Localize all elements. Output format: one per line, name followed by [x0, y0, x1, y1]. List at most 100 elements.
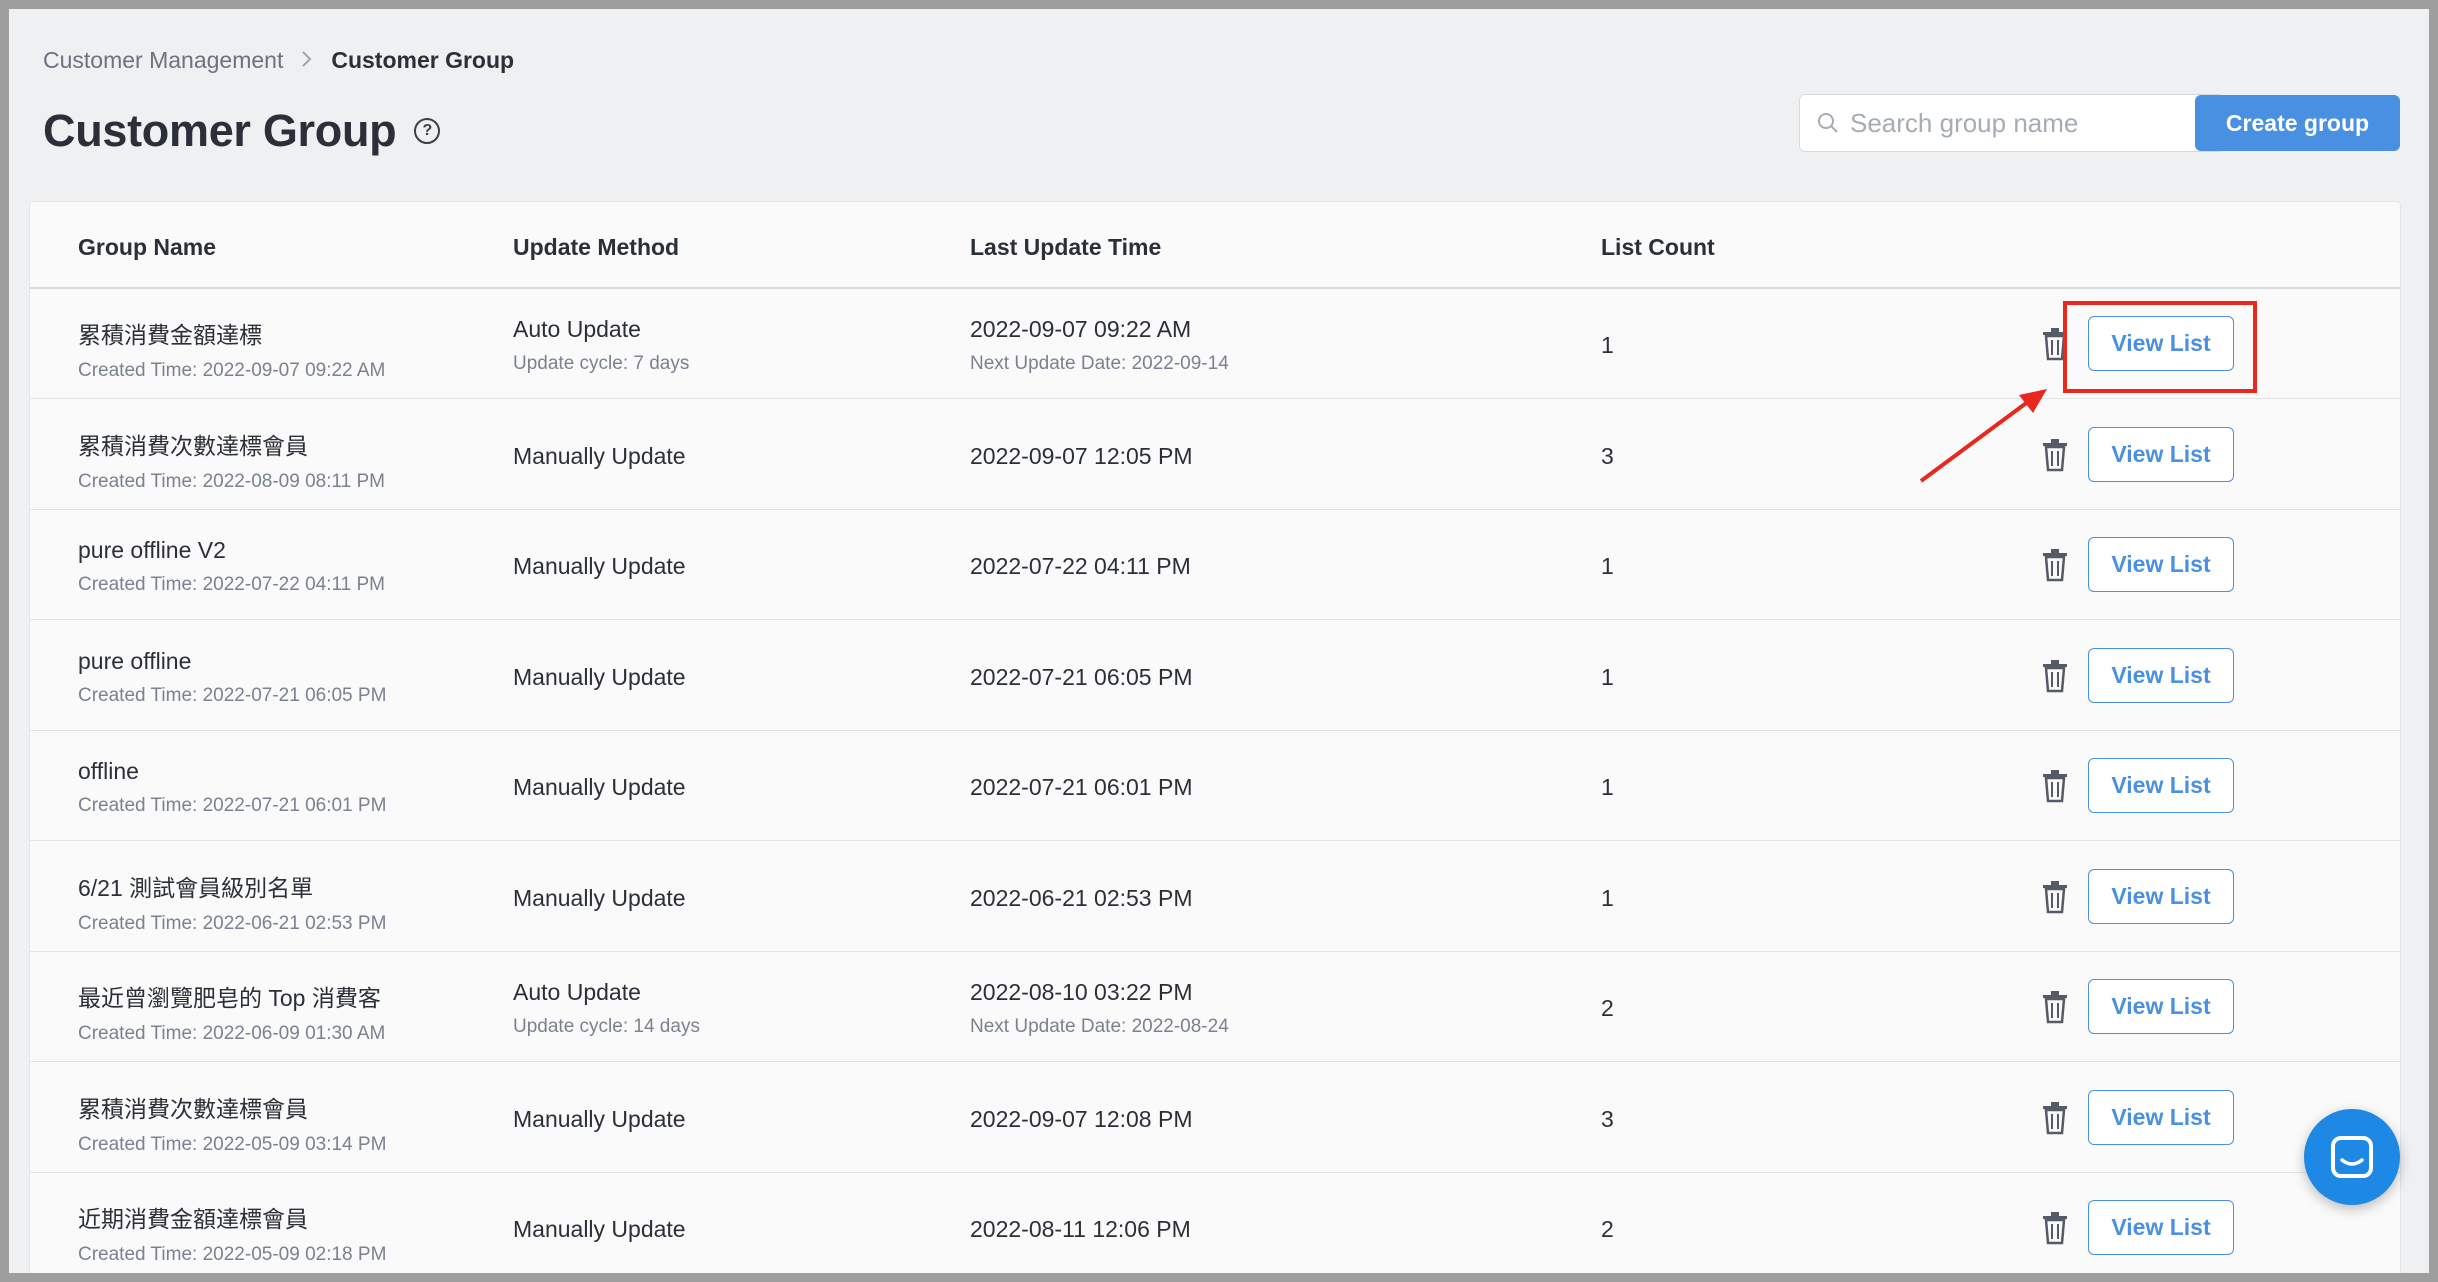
breadcrumb: Customer Management Customer Group	[43, 47, 514, 74]
trash-icon[interactable]	[2040, 1211, 2070, 1245]
last-update-cell: 2022-07-21 06:01 PM	[970, 774, 1193, 801]
table-row: 累積消費次數達標會員 Created Time: 2022-05-09 03:14…	[30, 1063, 2400, 1173]
update-method: Manually Update	[513, 553, 686, 579]
last-update-time: 2022-07-22 04:11 PM	[970, 553, 1191, 579]
update-method-cell: Manually Update	[513, 1216, 686, 1243]
group-name-cell: 累積消費次數達標會員 Created Time: 2022-05-09 03:14…	[78, 1090, 386, 1156]
trash-icon[interactable]	[2040, 990, 2070, 1024]
list-count-cell: 1	[1601, 664, 1614, 691]
created-time: Created Time: 2022-05-09 02:18 PM	[78, 1244, 387, 1265]
group-name: 累積消費次數達標會員	[78, 432, 308, 459]
update-method: Manually Update	[513, 663, 686, 690]
list-count-cell: 1	[1601, 774, 1614, 801]
header-last-update-time: Last Update Time	[970, 234, 1162, 260]
update-method: Manually Update	[513, 1216, 686, 1242]
breadcrumb-current: Customer Group	[331, 47, 515, 73]
group-name: 6/21 測試會員級別名單	[78, 874, 314, 901]
last-update-time: 2022-07-21 06:01 PM	[970, 774, 1193, 800]
page-header: Customer Group ?	[43, 105, 441, 157]
last-update-time: 2022-06-21 02:53 PM	[970, 884, 1193, 911]
group-name-cell: 6/21 測試會員級別名單 Created Time: 2022-06-21 02…	[78, 869, 386, 935]
update-method-cell: Manually Update	[513, 885, 686, 912]
annotation-arrow-icon	[1919, 389, 2047, 483]
created-time: Created Time: 2022-07-21 06:01 PM	[78, 795, 387, 816]
trash-icon[interactable]	[2040, 548, 2070, 582]
list-count-cell: 3	[1601, 443, 1614, 470]
update-method: Manually Update	[513, 774, 686, 800]
breadcrumb-separator-icon	[301, 48, 313, 74]
list-count-cell: 1	[1601, 885, 1614, 912]
update-method-cell: Manually Update	[513, 443, 686, 470]
update-method: Auto Update	[513, 316, 641, 342]
update-cycle: Update cycle: 7 days	[513, 353, 690, 374]
list-count: 3	[1601, 442, 1614, 469]
created-time: Created Time: 2022-06-21 02:53 PM	[78, 912, 387, 934]
created-time: Created Time: 2022-06-09 01:30 AM	[78, 1023, 386, 1044]
header-update-method: Update Method	[513, 234, 680, 260]
last-update-time: 2022-08-11 12:06 PM	[970, 1216, 1191, 1242]
list-count: 1	[1601, 553, 1614, 579]
view-list-button[interactable]: View List	[2088, 537, 2234, 592]
app-frame: Customer Management Customer Group Custo…	[9, 9, 2429, 1273]
group-name: offline	[78, 758, 139, 784]
search-icon	[1818, 113, 1838, 133]
group-name: 累積消費次數達標會員	[78, 1095, 308, 1122]
list-count-cell: 2	[1601, 1216, 1614, 1243]
view-list-button[interactable]: View List	[2088, 979, 2234, 1034]
list-count-cell: 1	[1601, 553, 1614, 580]
last-update-time: 2022-09-07 09:22 AM	[970, 316, 1192, 342]
update-cycle: Update cycle: 14 days	[513, 1016, 700, 1037]
last-update-time: 2022-09-07 12:08 PM	[970, 1105, 1193, 1132]
header-group-name: Group Name	[78, 234, 217, 260]
trash-icon[interactable]	[2040, 1101, 2070, 1135]
search-field[interactable]	[1799, 94, 2224, 152]
list-count-cell: 1	[1601, 332, 1614, 359]
update-method-cell: Auto Update Update cycle: 7 days	[513, 316, 689, 375]
last-update-cell: 2022-08-11 12:06 PM	[970, 1216, 1191, 1243]
table-row: offline Created Time: 2022-07-21 06:01 PM…	[30, 731, 2400, 841]
view-list-button[interactable]: View List	[2088, 868, 2234, 924]
question-circle-icon[interactable]: ?	[414, 118, 441, 144]
table-row: pure offline Created Time: 2022-07-21 06:…	[30, 621, 2400, 731]
last-update-cell: 2022-07-22 04:11 PM	[970, 553, 1191, 580]
last-update-cell: 2022-09-07 12:08 PM	[970, 1106, 1193, 1133]
group-name: pure offline	[78, 647, 192, 674]
created-time: Created Time: 2022-07-22 04:11 PM	[78, 574, 385, 595]
create-group-button[interactable]: Create group	[2195, 95, 2400, 151]
trash-icon[interactable]	[2040, 880, 2070, 914]
table-header: Group Name Update Method Last Update Tim…	[30, 202, 2400, 289]
update-method-cell: Auto Update Update cycle: 14 days	[513, 979, 700, 1038]
trash-icon[interactable]	[2040, 769, 2070, 803]
view-list-button[interactable]: View List	[2088, 758, 2234, 813]
last-update-cell: 2022-06-21 02:53 PM	[970, 885, 1193, 912]
view-list-button[interactable]: View List	[2088, 426, 2234, 482]
chat-launcher-button[interactable]	[2304, 1109, 2400, 1205]
list-count: 2	[1601, 1216, 1614, 1242]
group-name-cell: pure offline Created Time: 2022-07-21 06:…	[78, 648, 386, 707]
list-count: 1	[1601, 884, 1614, 911]
breadcrumb-parent-link[interactable]: Customer Management	[43, 47, 283, 74]
update-method: Auto Update	[513, 979, 641, 1005]
table-row: 最近曾瀏覽肥皂的 Top 消費客 Created Time: 2022-06-09…	[30, 952, 2400, 1062]
group-name: 累積消費金額達標	[78, 322, 262, 348]
view-list-button[interactable]: View List	[2088, 1089, 2234, 1145]
table-row: 近期消費金額達標會員 Created Time: 2022-05-09 02:18…	[30, 1173, 2400, 1273]
group-name: 最近曾瀏覽肥皂的 Top 消費客	[78, 985, 381, 1011]
table-row: pure offline V2 Created Time: 2022-07-22 …	[30, 510, 2400, 620]
view-list-button[interactable]: View List	[2088, 647, 2234, 703]
trash-icon[interactable]	[2040, 659, 2070, 693]
chat-bubble-icon	[2331, 1136, 2373, 1178]
update-method-cell: Manually Update	[513, 553, 686, 580]
group-name-cell: 累積消費金額達標 Created Time: 2022-09-07 09:22 A…	[78, 316, 385, 382]
group-name-cell: pure offline V2 Created Time: 2022-07-22 …	[78, 537, 385, 596]
search-input[interactable]	[1850, 107, 2210, 139]
update-method: Manually Update	[513, 442, 686, 469]
last-update-time: 2022-08-10 03:22 PM	[970, 979, 1193, 1005]
last-update-time: 2022-09-07 12:05 PM	[970, 442, 1193, 469]
list-count: 3	[1601, 1105, 1614, 1132]
update-method-cell: Manually Update	[513, 774, 686, 801]
created-time: Created Time: 2022-07-21 06:05 PM	[78, 684, 387, 706]
last-update-time: 2022-07-21 06:05 PM	[970, 663, 1193, 690]
page-title: Customer Group	[43, 105, 397, 156]
view-list-button[interactable]: View List	[2088, 1200, 2234, 1255]
